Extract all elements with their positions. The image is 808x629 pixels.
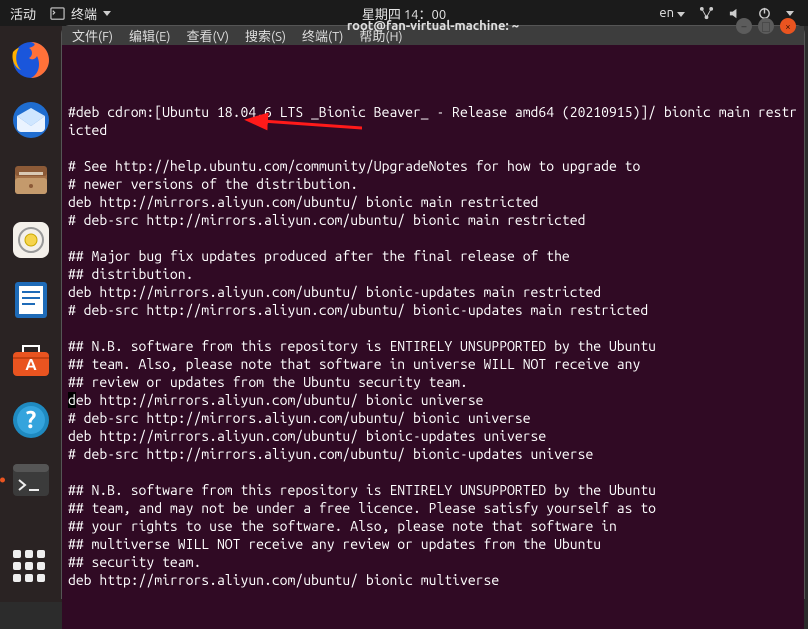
svg-text:?: ?	[26, 406, 37, 433]
minimize-button[interactable]: –	[736, 18, 752, 34]
terminal-line: ## Major bug fix updates produced after …	[68, 247, 798, 265]
terminal-line	[68, 463, 798, 481]
app-indicator-label: 终端	[71, 4, 97, 23]
chevron-down-icon	[677, 12, 685, 17]
app-indicator[interactable]: 终端	[50, 4, 111, 23]
terminal-line	[68, 139, 798, 157]
dock-thunderbird[interactable]	[7, 96, 55, 144]
maximize-button[interactable]: □	[758, 18, 774, 34]
terminal-line: ## security team.	[68, 553, 798, 571]
dock-software[interactable]: A	[7, 336, 55, 384]
terminal-line: # See http://help.ubuntu.com/community/U…	[68, 157, 798, 175]
svg-text:A: A	[25, 356, 37, 374]
terminal-line: ## team. Also, please note that software…	[68, 355, 798, 373]
chevron-down-icon	[786, 11, 794, 16]
rhythmbox-icon	[9, 218, 53, 262]
terminal-small-icon	[50, 6, 65, 21]
close-button[interactable]: ×	[780, 18, 796, 34]
terminal-line: deb http://mirrors.aliyun.com/ubuntu/ bi…	[68, 283, 798, 301]
dock: A ?	[0, 26, 62, 602]
terminal-line: # newer versions of the distribution.	[68, 175, 798, 193]
terminal-icon	[9, 458, 53, 502]
terminal-line: ## team, and may not be under a free lic…	[68, 499, 798, 517]
terminal-line: ## N.B. software from this repository is…	[68, 481, 798, 499]
menu-search[interactable]: 搜索(S)	[245, 26, 286, 45]
files-icon	[9, 158, 53, 202]
window-title: root@fan-virtual-machine: ~	[347, 19, 519, 33]
terminal-line	[68, 319, 798, 337]
terminal-line: # deb-src http://mirrors.aliyun.com/ubun…	[68, 445, 798, 463]
network-icon[interactable]	[699, 6, 714, 21]
dock-firefox[interactable]	[7, 36, 55, 84]
terminal-line: deb http://mirrors.aliyun.com/ubuntu/ bi…	[68, 427, 798, 445]
terminal-line: ## your rights to use the software. Also…	[68, 517, 798, 535]
writer-icon	[9, 278, 53, 322]
thunderbird-icon	[9, 98, 53, 142]
terminal-window: root@fan-virtual-machine: ~ – □ × 文件(F) …	[62, 26, 804, 598]
terminal-line: ## N.B. software from this repository is…	[68, 337, 798, 355]
dock-files[interactable]	[7, 156, 55, 204]
terminal-line: ## multiverse WILL NOT receive any revie…	[68, 535, 798, 553]
dock-rhythmbox[interactable]	[7, 216, 55, 264]
menu-view[interactable]: 查看(V)	[187, 26, 229, 45]
terminal-content[interactable]: #deb cdrom:[Ubuntu 18.04.6 LTS _Bionic B…	[62, 45, 804, 629]
show-applications[interactable]	[13, 550, 49, 586]
input-source[interactable]: en	[659, 6, 685, 20]
terminal-line: # deb-src http://mirrors.aliyun.com/ubun…	[68, 211, 798, 229]
dock-writer[interactable]	[7, 276, 55, 324]
terminal-line	[68, 229, 798, 247]
menu-edit[interactable]: 编辑(E)	[129, 26, 170, 45]
terminal-line: deb http://mirrors.aliyun.com/ubuntu/ bi…	[68, 193, 798, 211]
dock-help[interactable]: ?	[7, 396, 55, 444]
terminal-line: # deb-src http://mirrors.aliyun.com/ubun…	[68, 409, 798, 427]
activities-button[interactable]: 活动	[10, 4, 36, 23]
terminal-line: # deb-src http://mirrors.aliyun.com/ubun…	[68, 301, 798, 319]
dock-terminal[interactable]	[7, 456, 55, 504]
menu-file[interactable]: 文件(F)	[72, 26, 113, 45]
software-icon: A	[9, 338, 53, 382]
firefox-icon	[9, 38, 53, 82]
menu-terminal[interactable]: 终端(T)	[302, 26, 343, 45]
terminal-line: ## distribution.	[68, 265, 798, 283]
terminal-line: #deb cdrom:[Ubuntu 18.04.6 LTS _Bionic B…	[68, 103, 798, 139]
chevron-down-icon	[103, 11, 111, 16]
terminal-line: ## review or updates from the Ubuntu sec…	[68, 373, 798, 391]
terminal-line: deb http://mirrors.aliyun.com/ubuntu/ bi…	[68, 391, 798, 409]
terminal-line: deb http://mirrors.aliyun.com/ubuntu/ bi…	[68, 571, 798, 589]
help-icon: ?	[9, 398, 53, 442]
